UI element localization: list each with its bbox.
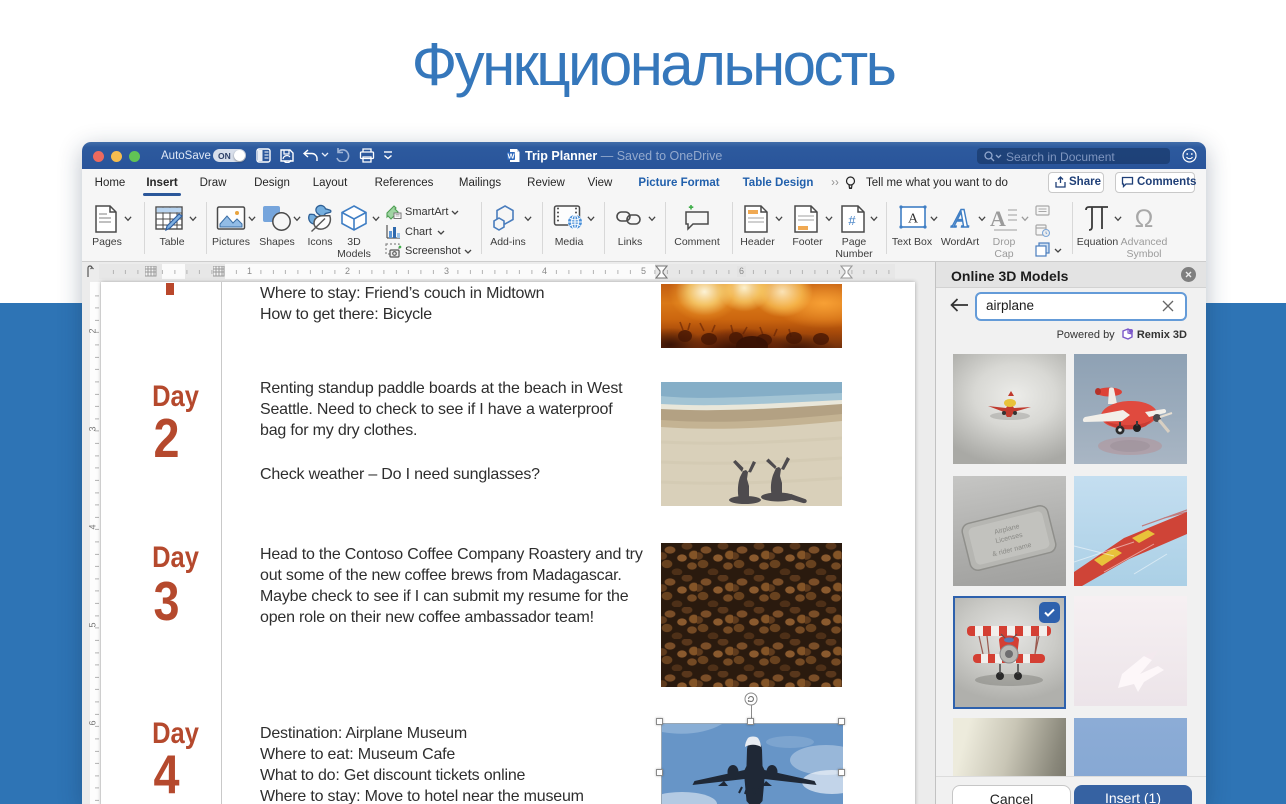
svg-text:W: W	[507, 152, 515, 161]
svg-text:A: A	[990, 206, 1006, 231]
svg-text:Ω: Ω	[1135, 205, 1154, 232]
svg-text:A: A	[950, 204, 969, 232]
svg-text:#: #	[848, 213, 856, 228]
svg-text:A: A	[908, 212, 919, 227]
